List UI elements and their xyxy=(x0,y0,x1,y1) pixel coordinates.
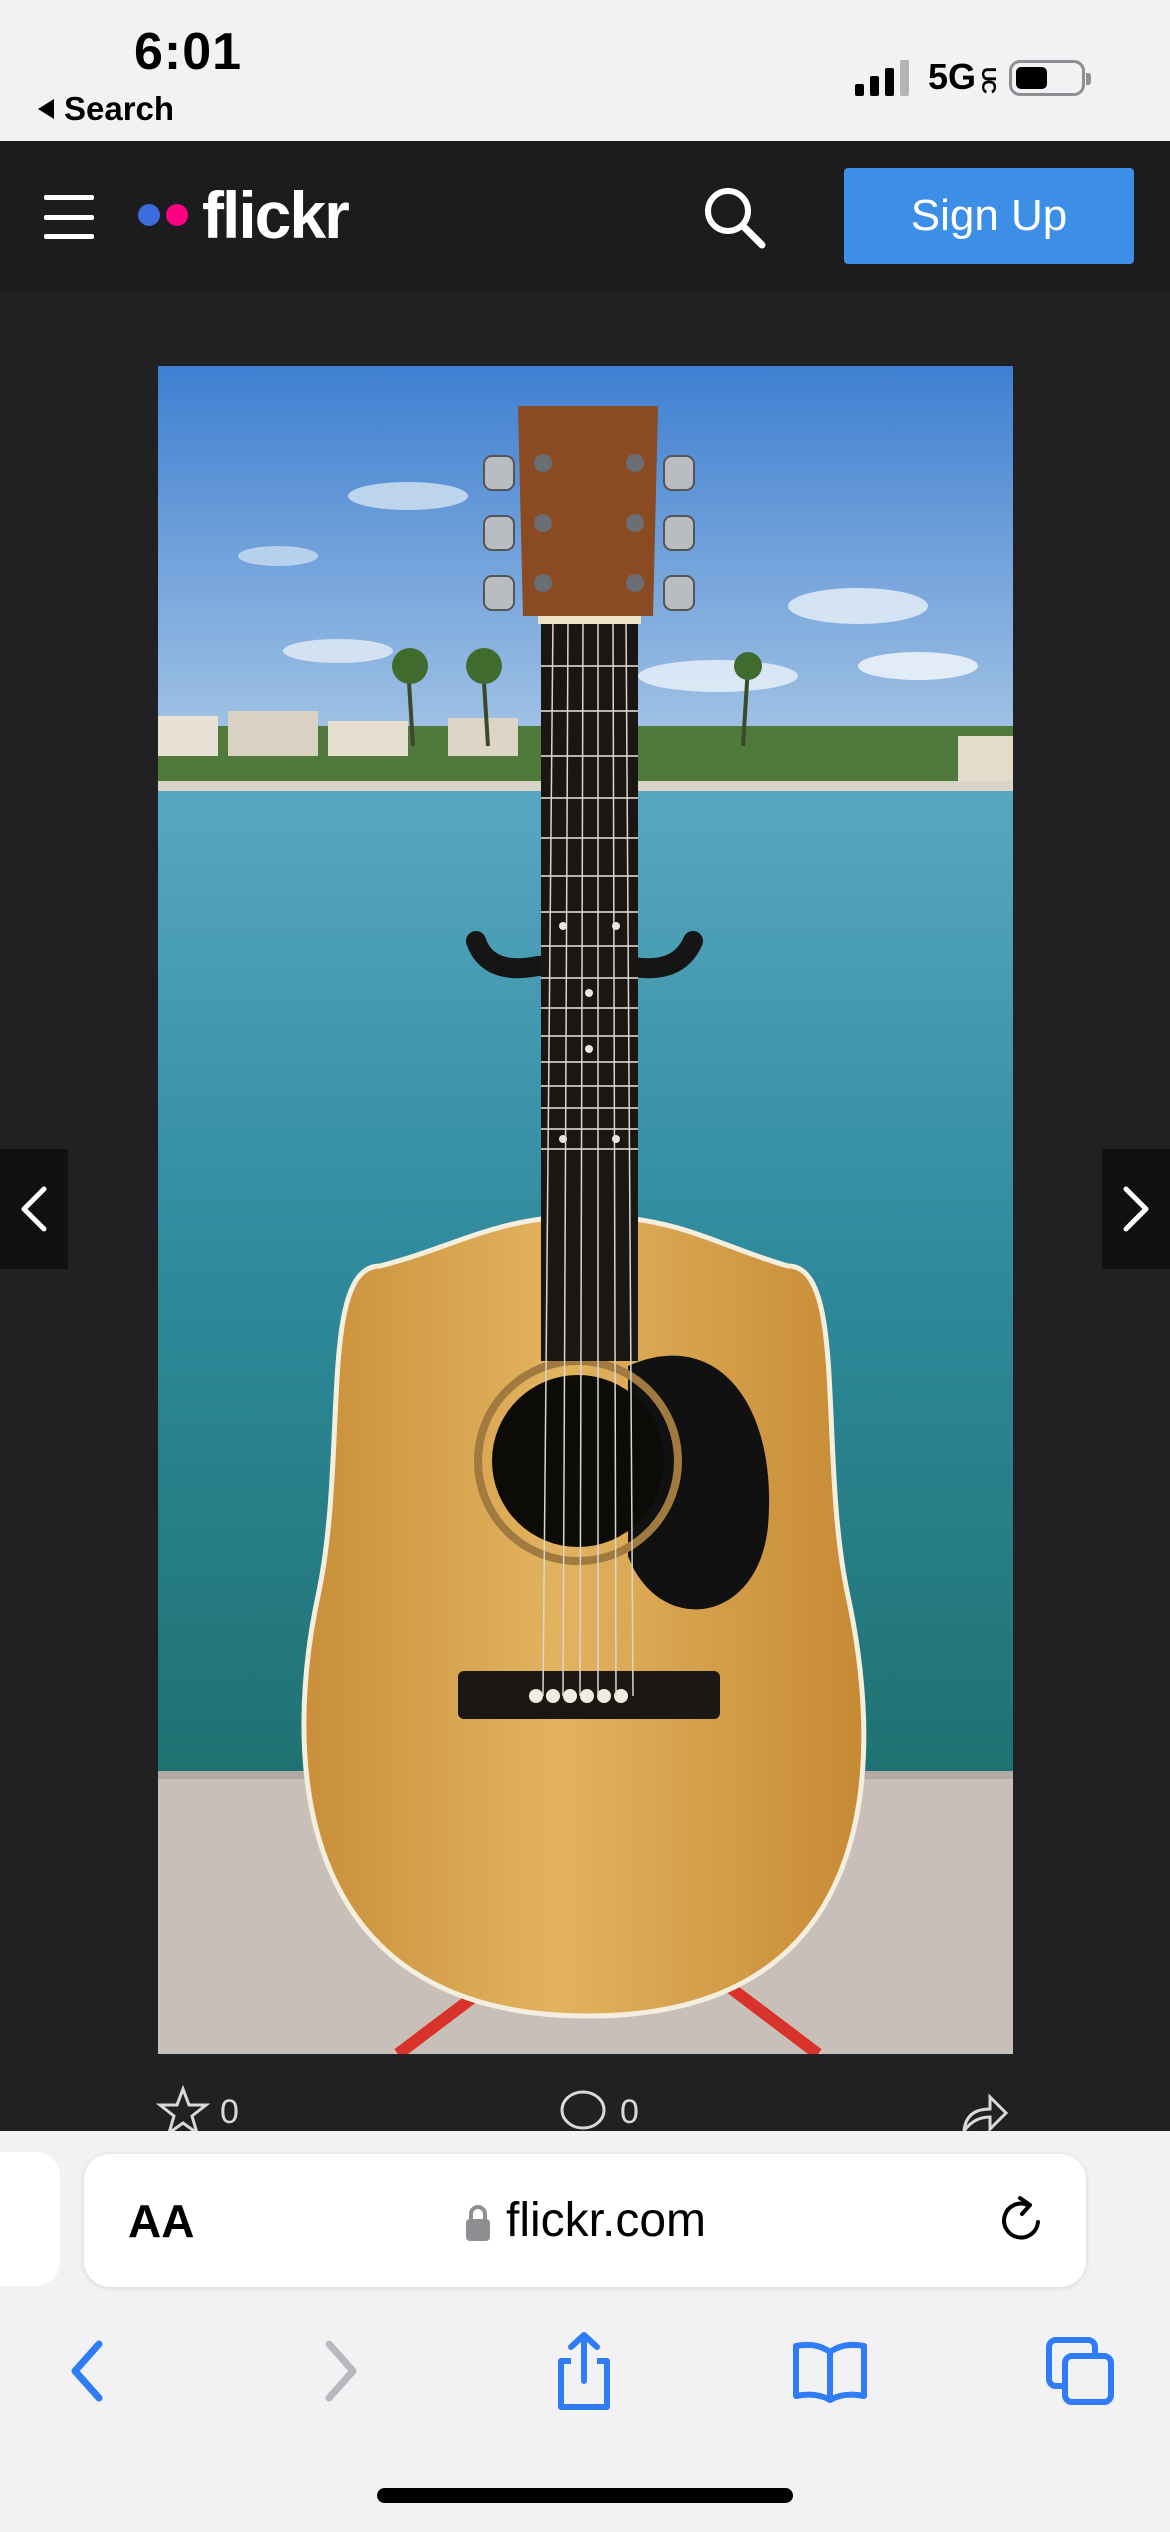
url-text: flickr.com xyxy=(505,2194,706,2247)
chevron-right-icon xyxy=(1123,1186,1149,1232)
logo-pink-dot xyxy=(166,204,188,226)
status-time: 6:01 xyxy=(134,23,243,81)
browser-toolbar xyxy=(0,2321,1170,2421)
tabs-icon xyxy=(1046,2337,1114,2405)
bookmarks-icon xyxy=(793,2341,867,2403)
network-label: 5G xyxy=(928,56,977,97)
address-bar[interactable]: AA flickr.com xyxy=(84,2154,1086,2287)
browser-share-button[interactable] xyxy=(534,2321,634,2421)
next-photo-button[interactable] xyxy=(1102,1149,1170,1269)
network-badge: UC xyxy=(977,67,1000,92)
photo-viewer xyxy=(0,291,1170,2131)
status-bar: 6:01 Search 5GUC xyxy=(0,0,1170,141)
back-triangle-icon xyxy=(38,99,54,119)
back-to-app-label: Search xyxy=(64,90,175,127)
previous-photo-button[interactable] xyxy=(0,1149,68,1269)
hamburger-menu-icon[interactable] xyxy=(44,195,94,239)
browser-forward-button[interactable] xyxy=(290,2321,390,2421)
browser-bookmarks-button[interactable] xyxy=(780,2321,880,2421)
chevron-left-icon xyxy=(21,1186,47,1232)
battery-level xyxy=(1016,67,1047,89)
flickr-logo[interactable]: flickr xyxy=(138,177,350,253)
cellular-signal-icon xyxy=(855,58,909,96)
guitar-photo[interactable] xyxy=(158,366,1013,2054)
logo-blue-dot xyxy=(138,204,160,226)
sign-up-button[interactable]: Sign Up xyxy=(844,168,1134,264)
browser-back-button[interactable] xyxy=(38,2321,138,2421)
back-to-app-link[interactable]: Search xyxy=(38,90,174,128)
photo-actions: 0 0 xyxy=(0,2081,1170,2137)
previous-tab-peek[interactable] xyxy=(0,2152,60,2286)
battery-icon xyxy=(1009,60,1091,96)
forward-icon xyxy=(325,2340,357,2402)
favorite-count: 0 xyxy=(220,2092,239,2131)
back-icon xyxy=(71,2340,103,2402)
comment-count: 0 xyxy=(620,2092,639,2131)
logo-text: flickr xyxy=(202,178,350,252)
network-indicator: 5GUC xyxy=(928,56,999,98)
reload-icon[interactable] xyxy=(994,2192,1050,2248)
lock-icon xyxy=(465,2204,490,2241)
browser-tabs-button[interactable] xyxy=(1030,2321,1130,2421)
share-icon xyxy=(558,2332,610,2410)
home-indicator[interactable] xyxy=(377,2488,793,2503)
search-icon[interactable] xyxy=(700,183,770,253)
site-header: flickr Sign Up xyxy=(0,141,1170,291)
browser-bottom-bar: AA flickr.com xyxy=(0,2131,1170,2532)
